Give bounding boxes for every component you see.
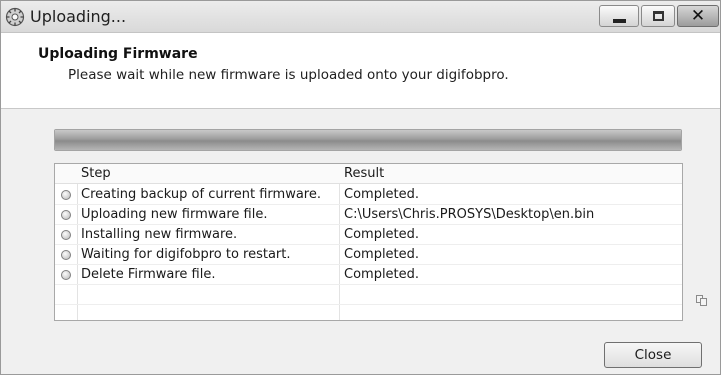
progress-fill xyxy=(55,130,681,150)
result-cell: Completed. xyxy=(344,247,420,262)
status-cell xyxy=(55,265,77,285)
result-cell: C:\Users\Chris.PROSYS\Desktop\en.bin xyxy=(344,207,595,222)
page-subtitle: Please wait while new firmware is upload… xyxy=(68,67,509,83)
close-button[interactable]: Close xyxy=(604,342,702,368)
status-cell xyxy=(55,225,77,245)
header-panel: Uploading Firmware Please wait while new… xyxy=(1,33,720,109)
result-cell: Completed. xyxy=(344,267,420,282)
step-cell: Uploading new firmware file. xyxy=(81,207,268,222)
table-header-row: Step Result xyxy=(55,164,682,184)
result-cell: Completed. xyxy=(344,187,420,202)
step-cell: Creating backup of current firmware. xyxy=(81,187,321,202)
empty-table-row xyxy=(55,285,682,305)
upload-progress-bar xyxy=(54,129,682,151)
column-header-step[interactable]: Step xyxy=(81,164,337,184)
step-cell: Delete Firmware file. xyxy=(81,267,216,282)
status-circle-icon xyxy=(61,250,71,260)
steps-table[interactable]: Step Result Creating backup of current f… xyxy=(54,163,683,321)
upload-dialog: Uploading... ✕ Uploading Firmware Please… xyxy=(0,0,721,375)
window-close-button[interactable]: ✕ xyxy=(677,5,719,27)
result-cell: Completed. xyxy=(344,227,420,242)
close-icon: ✕ xyxy=(690,6,706,26)
status-cell xyxy=(55,185,77,205)
empty-table-row xyxy=(55,305,682,320)
column-header-result[interactable]: Result xyxy=(344,164,680,184)
step-cell: Installing new firmware. xyxy=(81,227,238,242)
page-title: Uploading Firmware xyxy=(38,46,198,62)
table-row[interactable]: Installing new firmware. Completed. xyxy=(55,225,682,245)
step-cell: Waiting for digifobpro to restart. xyxy=(81,247,291,262)
window-title: Uploading... xyxy=(30,7,127,26)
copy-icon[interactable] xyxy=(696,295,708,306)
gear-icon xyxy=(5,7,25,27)
table-row[interactable]: Uploading new firmware file. C:\Users\Ch… xyxy=(55,205,682,225)
copy-page-front xyxy=(700,298,707,306)
table-row[interactable]: Creating backup of current firmware. Com… xyxy=(55,185,682,205)
maximize-button[interactable] xyxy=(641,5,675,27)
status-circle-icon xyxy=(61,190,71,200)
table-row[interactable]: Delete Firmware file. Completed. xyxy=(55,265,682,285)
status-circle-icon xyxy=(61,270,71,280)
maximize-icon xyxy=(653,11,664,21)
minimize-button[interactable] xyxy=(599,5,639,27)
table-row[interactable]: Waiting for digifobpro to restart. Compl… xyxy=(55,245,682,265)
status-circle-icon xyxy=(61,210,71,220)
status-cell xyxy=(55,245,77,265)
status-circle-icon xyxy=(61,230,71,240)
status-cell xyxy=(55,205,77,225)
minimize-icon xyxy=(613,19,626,23)
title-bar[interactable]: Uploading... ✕ xyxy=(1,1,720,33)
